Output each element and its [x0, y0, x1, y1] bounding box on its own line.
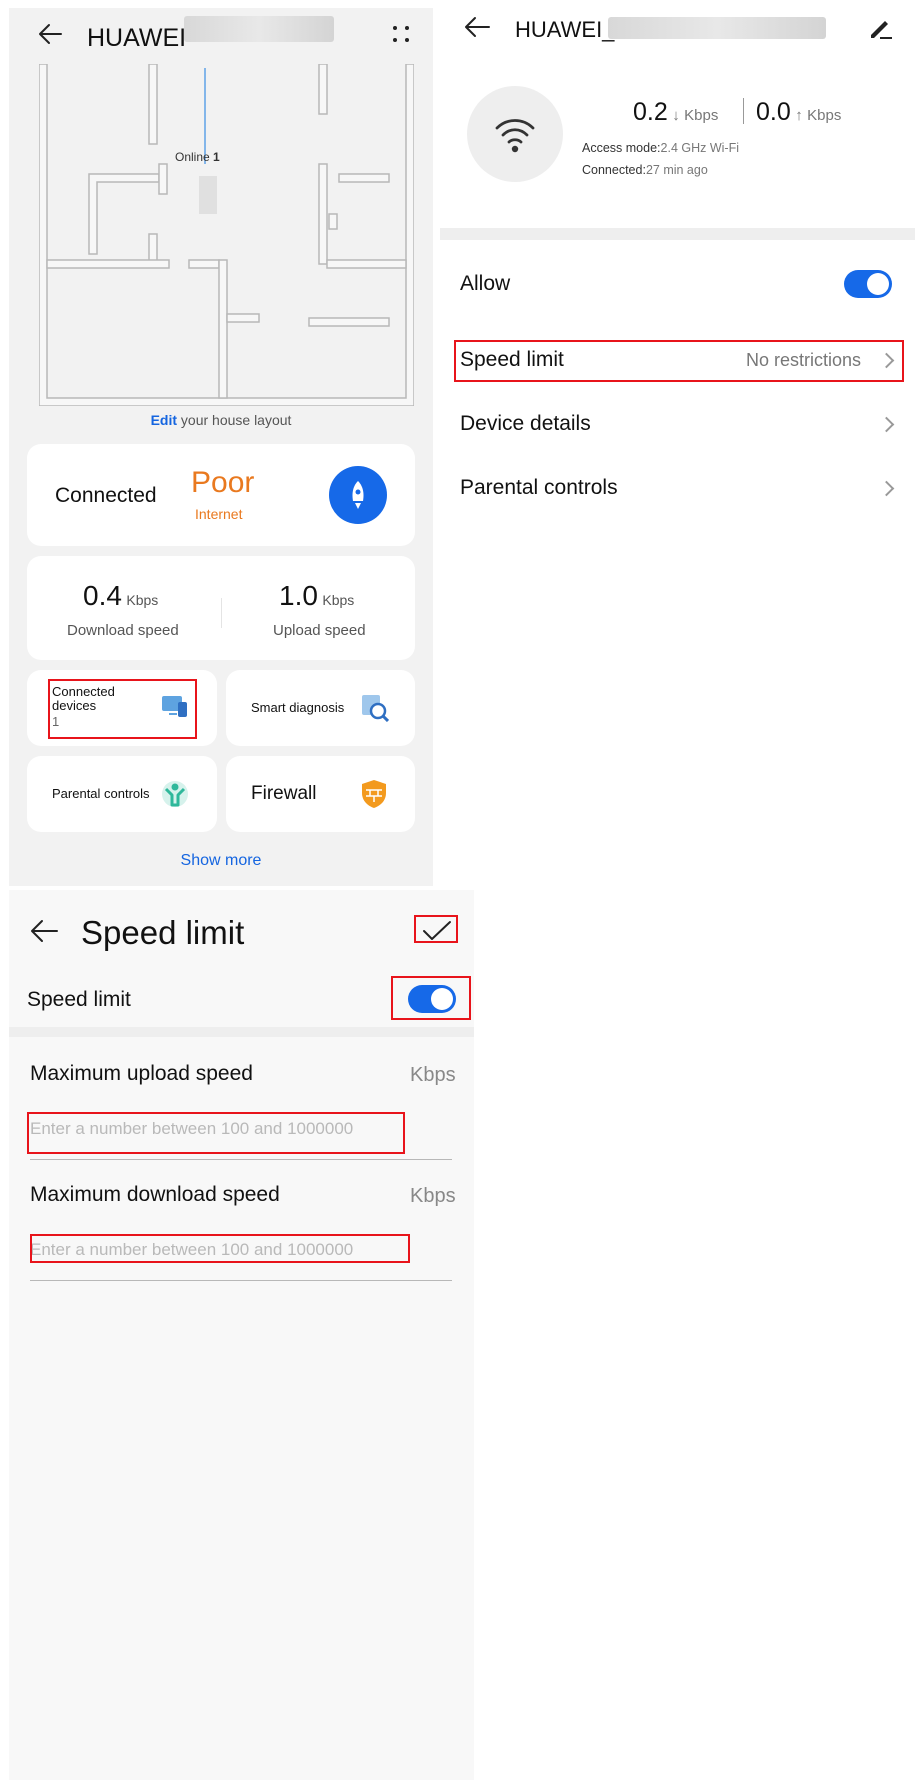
rate-divider [743, 98, 744, 124]
connected-time-line: Connected:27 min ago [582, 163, 708, 177]
allow-label: Allow [460, 272, 511, 295]
device-detail-screen: HUAWEI_ 0.2 ↓ Kbps 0.0 ↑ Kbps Access mod… [440, 0, 915, 540]
edit-layout-line: Edit your house layout [9, 412, 433, 428]
device-avatar [467, 86, 563, 182]
rocket-icon [352, 481, 364, 509]
smart-diagnosis-tile[interactable]: Smart diagnosis [226, 670, 415, 746]
speed-limit-screen: Speed limit Speed limit Maximum upload s… [9, 890, 474, 1780]
parental-controls-tile[interactable]: Parental controls [27, 756, 217, 832]
upload-arrow-icon: ↑ [795, 107, 803, 124]
online-indicator: Online 1 [175, 150, 220, 164]
max-download-underline [30, 1280, 452, 1281]
confirm-highlight [414, 915, 458, 943]
download-rate-value: 0.2 [633, 98, 668, 126]
access-mode-label: Access mode: [582, 141, 661, 155]
speed-card: 0.4 Kbps Download speed 1.0 Kbps Upload … [27, 556, 415, 660]
edit-layout-text: your house layout [177, 412, 292, 428]
download-arrow-icon: ↓ [672, 107, 680, 124]
parental-controls-label: Parental controls [460, 476, 618, 499]
show-more-link[interactable]: Show more [9, 852, 433, 870]
section-divider [9, 1027, 474, 1037]
connected-time-label: Connected: [582, 163, 646, 177]
connection-status-card[interactable]: Connected Poor Internet [27, 444, 415, 546]
back-arrow-icon[interactable] [37, 22, 63, 46]
router-title: HUAWEI [87, 24, 187, 52]
download-speed: 0.4 Kbps [83, 580, 158, 612]
online-count: 1 [213, 150, 220, 164]
upload-rate-unit: Kbps [807, 107, 842, 124]
smart-diagnosis-label: Smart diagnosis [251, 700, 345, 715]
firewall-label: Firewall [251, 783, 317, 804]
max-upload-unit: Kbps [410, 1064, 456, 1086]
toggle-highlight [391, 976, 471, 1020]
upload-rate: 0.0 ↑ Kbps [756, 98, 841, 127]
edit-layout-link[interactable]: Edit [151, 412, 177, 428]
access-mode-value: 2.4 GHz Wi-Fi [660, 141, 739, 155]
download-speed-unit: Kbps [126, 592, 159, 608]
max-upload-label: Maximum upload speed [30, 1062, 253, 1085]
upload-speed: 1.0 Kbps [279, 580, 354, 612]
device-details-label: Device details [460, 412, 591, 435]
connected-time-value: 27 min ago [645, 163, 708, 177]
upload-speed-unit: Kbps [322, 592, 355, 608]
speed-divider [221, 598, 222, 628]
max-upload-underline [30, 1159, 452, 1160]
page-title: Speed limit [81, 914, 245, 951]
firewall-shield-icon [362, 780, 386, 808]
firewall-tile[interactable]: Firewall [226, 756, 415, 832]
upload-speed-value: 1.0 [279, 580, 318, 611]
back-arrow-icon[interactable] [29, 918, 59, 944]
online-label: Online [175, 150, 210, 164]
connected-devices-highlight [48, 679, 197, 739]
router-home-screen: HUAWEI Online 1 Edit your house layout C… [9, 8, 433, 886]
chevron-right-icon [878, 416, 895, 433]
parental-controls-label: Parental controls [52, 786, 150, 801]
chevron-right-icon [878, 480, 895, 497]
max-download-unit: Kbps [410, 1185, 456, 1207]
download-rate: 0.2 ↓ Kbps [633, 98, 718, 127]
device-details-row[interactable]: Device details [454, 400, 902, 444]
upload-input-highlight [27, 1112, 405, 1154]
diagnosis-icon [362, 695, 389, 722]
device-title: HUAWEI_ [515, 17, 615, 42]
upload-rate-value: 0.0 [756, 98, 791, 126]
max-download-label: Maximum download speed [30, 1183, 280, 1206]
download-speed-value: 0.4 [83, 580, 122, 611]
network-quality: Poor [191, 466, 255, 499]
access-mode-line: Access mode:2.4 GHz Wi-Fi [582, 141, 739, 155]
more-options-icon[interactable] [389, 22, 413, 46]
upload-speed-caption: Upload speed [273, 622, 366, 639]
house-layout-floorplan[interactable] [39, 64, 414, 406]
network-quality-sub: Internet [195, 506, 243, 522]
allow-toggle[interactable] [844, 270, 892, 298]
wifi-icon [495, 119, 535, 153]
download-input-highlight [30, 1234, 410, 1263]
download-rate-unit: Kbps [684, 107, 719, 124]
back-arrow-icon[interactable] [463, 15, 491, 39]
speed-boost-button[interactable] [329, 466, 387, 524]
child-icon [162, 781, 188, 807]
redacted-network-name [184, 16, 334, 42]
speed-limit-toggle-label: Speed limit [27, 988, 131, 1011]
download-speed-caption: Download speed [67, 622, 179, 639]
parental-controls-row[interactable]: Parental controls [454, 464, 902, 508]
edit-pencil-icon[interactable] [866, 14, 894, 40]
connection-status-label: Connected [55, 484, 157, 507]
redacted-device-name [608, 17, 826, 39]
speed-limit-highlight [454, 340, 904, 382]
allow-toggle-knob [867, 273, 889, 295]
section-divider [440, 228, 915, 240]
